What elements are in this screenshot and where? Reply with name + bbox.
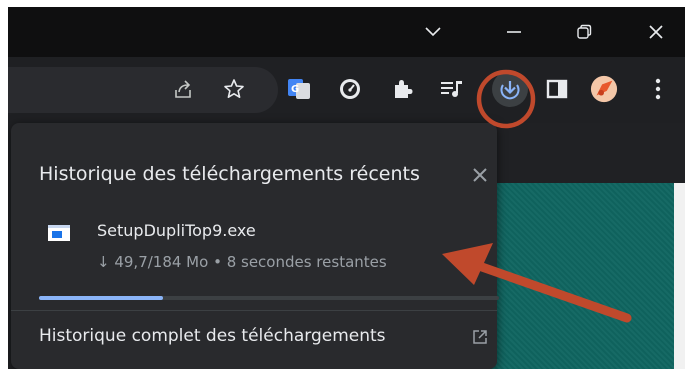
close-icon: [649, 25, 663, 39]
title-bar: [8, 7, 685, 57]
side-panel-button[interactable]: [543, 75, 571, 103]
chevron-down-icon: [425, 27, 441, 37]
more-menu-icon: [655, 78, 661, 100]
minimize-icon: [507, 31, 521, 33]
page-scroll-edge: [674, 183, 685, 369]
speed-extension[interactable]: [336, 75, 364, 103]
browser-window: G Historique des téléchargements récents: [8, 7, 685, 369]
google-translate-icon: G: [288, 79, 310, 99]
star-icon: [224, 79, 244, 98]
side-panel-icon: [546, 79, 568, 99]
page-background-image: [476, 183, 674, 369]
speed-gauge-icon: [340, 79, 360, 99]
profile-avatar[interactable]: [590, 75, 618, 103]
restore-icon: [577, 24, 592, 39]
open-downloads-page-button[interactable]: [469, 326, 491, 348]
exe-file-icon: [48, 225, 70, 241]
open-in-new-icon: [473, 330, 487, 344]
bookmark-star-button[interactable]: [220, 75, 248, 103]
download-icon: [500, 81, 520, 100]
browser-toolbar: G: [8, 57, 685, 123]
media-queue-icon: [441, 81, 462, 97]
tab-search-button[interactable]: [406, 7, 460, 57]
extensions-puzzle-icon: [395, 80, 413, 98]
downloads-button[interactable]: [492, 71, 528, 107]
media-control-button[interactable]: [438, 75, 466, 103]
svg-text:G: G: [291, 84, 299, 95]
panel-divider: [11, 310, 497, 311]
download-status: ↓ 49,7/184 Mo • 8 secondes restantes: [97, 253, 387, 271]
download-progress-fill: [39, 296, 164, 300]
close-window-button[interactable]: [629, 7, 683, 57]
share-button[interactable]: [170, 75, 198, 103]
close-panel-button[interactable]: [468, 163, 492, 187]
downloads-bubble: Historique des téléchargements récents S…: [11, 123, 499, 369]
full-history-link[interactable]: Historique complet des téléchargements: [39, 326, 386, 346]
extensions-button[interactable]: [388, 75, 416, 103]
close-icon: [473, 168, 487, 182]
profile-avatar-icon: [590, 75, 618, 103]
more-menu-button[interactable]: [644, 75, 672, 103]
download-progress-bar: [39, 296, 499, 300]
download-filename: SetupDupliTop9.exe: [97, 221, 256, 240]
share-icon: [175, 80, 191, 98]
minimize-button[interactable]: [487, 7, 541, 57]
panel-title: Historique des téléchargements récents: [39, 163, 420, 185]
restore-button[interactable]: [557, 7, 611, 57]
google-translate-extension[interactable]: G: [285, 75, 313, 103]
